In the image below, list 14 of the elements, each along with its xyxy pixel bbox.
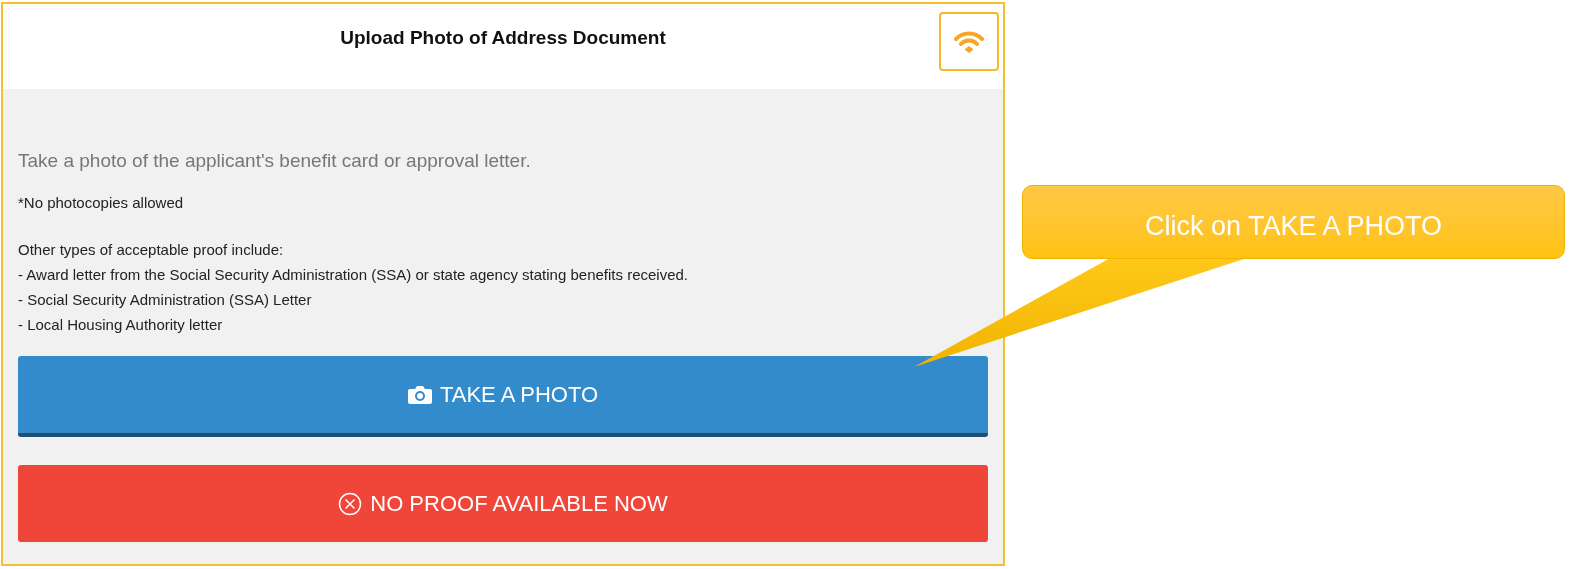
proof-intro-text: Other types of acceptable proof include: (18, 240, 285, 260)
take-photo-button[interactable]: TAKE A PHOTO (18, 356, 988, 437)
proof-item: - Social Security Administration (SSA) Letter (18, 290, 313, 310)
wifi-icon (954, 30, 984, 53)
wifi-button[interactable] (939, 12, 999, 71)
camera-icon (407, 385, 432, 404)
note-text: *No photocopies allowed (18, 192, 185, 213)
proof-item: - Award letter from the Social Security Administration (SSA) or state agency stating benefits received. (18, 265, 690, 285)
instruction-text: Take a photo of the applicant's benefit card or approval letter. (18, 149, 532, 173)
page-title: Upload Photo of Address Document (340, 26, 666, 50)
no-proof-button[interactable]: NO PROOF AVAILABLE NOW (18, 465, 988, 542)
callout-box: Click on TAKE A PHOTO (1022, 185, 1565, 259)
proof-item: - Local Housing Authority letter (18, 315, 224, 335)
cancel-icon (338, 491, 363, 516)
